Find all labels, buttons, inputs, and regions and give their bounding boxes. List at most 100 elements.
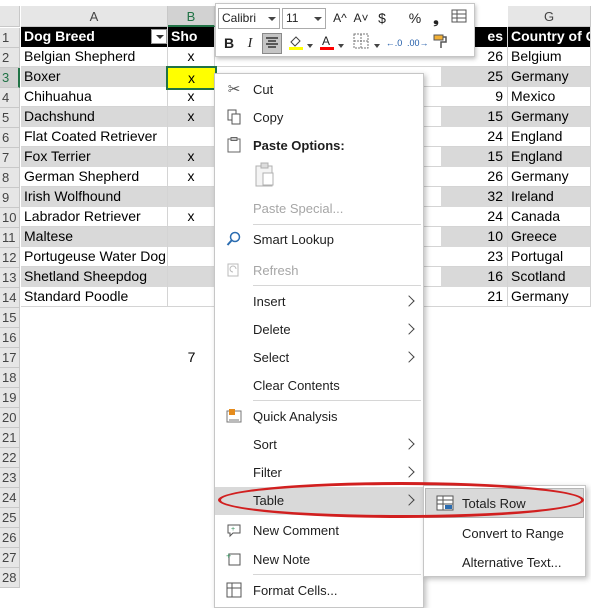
cell-col-f[interactable]: 25: [441, 67, 508, 87]
row-header-24[interactable]: 24: [0, 488, 20, 508]
cell-breed[interactable]: German Shepherd: [21, 167, 168, 187]
cell-b17[interactable]: 7: [168, 348, 215, 368]
row-header-27[interactable]: 27: [0, 548, 20, 568]
accounting-format-button[interactable]: $: [372, 8, 392, 29]
cell-breed[interactable]: Labrador Retriever: [21, 207, 168, 227]
menu-item-clear-contents[interactable]: Clear Contents: [215, 372, 423, 400]
cell-country[interactable]: Scotland: [508, 267, 591, 287]
cell-breed[interactable]: Maltese: [21, 227, 168, 247]
bold-button[interactable]: B: [219, 33, 239, 54]
cell-col-f[interactable]: 23: [441, 247, 508, 267]
row-header-26[interactable]: 26: [0, 528, 20, 548]
row-header-20[interactable]: 20: [0, 408, 20, 428]
cell-col-f[interactable]: 15: [441, 107, 508, 127]
row-header-15[interactable]: 15: [0, 308, 20, 328]
cell-col-f[interactable]: 16: [441, 267, 508, 287]
cell-shows[interactable]: x: [168, 147, 215, 167]
select-all-corner[interactable]: [0, 6, 20, 27]
cell-shows[interactable]: [168, 127, 215, 147]
cell-shows[interactable]: x: [168, 47, 215, 67]
cell-breed[interactable]: Fox Terrier: [21, 147, 168, 167]
cell-breed[interactable]: Flat Coated Retriever: [21, 127, 168, 147]
row-header-28[interactable]: 28: [0, 568, 20, 588]
row-header-5[interactable]: 5: [0, 108, 20, 128]
cell-country[interactable]: England: [508, 127, 591, 147]
font-name-dropdown[interactable]: Calibri: [218, 8, 280, 29]
cell-country[interactable]: Mexico: [508, 87, 591, 107]
cell-breed[interactable]: Chihuahua: [21, 87, 168, 107]
menu-item-convert-to-range[interactable]: Convert to Range: [426, 519, 583, 547]
font-size-dropdown[interactable]: 11: [282, 8, 326, 29]
font-color-dropdown-icon[interactable]: [336, 33, 346, 54]
font-color-icon[interactable]: A: [317, 33, 337, 54]
cell-col-f[interactable]: 10: [441, 227, 508, 247]
row-header-7[interactable]: 7: [0, 148, 20, 168]
cell-col-f[interactable]: 32: [441, 187, 508, 207]
cell-shows[interactable]: x: [168, 107, 215, 127]
cell-col-f[interactable]: 24: [441, 207, 508, 227]
row-header-6[interactable]: 6: [0, 128, 20, 148]
menu-item-insert[interactable]: Insert: [215, 288, 423, 316]
cell-country[interactable]: Germany: [508, 167, 591, 187]
menu-item-sort[interactable]: Sort: [215, 431, 423, 459]
increase-decimal-icon[interactable]: ←.0: [384, 33, 404, 54]
cell-col-f[interactable]: 24: [441, 127, 508, 147]
row-header-22[interactable]: 22: [0, 448, 20, 468]
cell-shows[interactable]: x: [168, 207, 215, 227]
row-header-10[interactable]: 10: [0, 208, 20, 228]
cell-country[interactable]: Germany: [508, 107, 591, 127]
row-header-1[interactable]: 1: [0, 28, 20, 48]
cell-col-f[interactable]: 21: [441, 287, 508, 307]
cell-country[interactable]: Ireland: [508, 187, 591, 207]
cell-shows[interactable]: [168, 267, 215, 287]
menu-item-new-comment[interactable]: + New Comment: [215, 517, 423, 545]
cell-country[interactable]: Germany: [508, 287, 591, 307]
row-header-9[interactable]: 9: [0, 188, 20, 208]
cell-country[interactable]: England: [508, 147, 591, 167]
decrease-font-button[interactable]: A˅: [351, 8, 371, 29]
menu-item-smart-lookup[interactable]: Smart Lookup: [215, 226, 423, 254]
italic-button[interactable]: I: [240, 33, 260, 54]
row-header-21[interactable]: 21: [0, 428, 20, 448]
cell-breed[interactable]: Shetland Sheepdog: [21, 267, 168, 287]
menu-item-copy[interactable]: Copy: [215, 104, 423, 132]
row-header-3[interactable]: 3: [0, 68, 20, 88]
column-header-g[interactable]: G: [508, 6, 591, 27]
cell-breed[interactable]: Boxer: [21, 67, 168, 87]
cell-country[interactable]: Portugal: [508, 247, 591, 267]
cell-col-f[interactable]: 9: [441, 87, 508, 107]
cell-shows[interactable]: [168, 187, 215, 207]
row-header-17[interactable]: 17: [0, 348, 20, 368]
menu-item-refresh[interactable]: Refresh: [215, 257, 423, 285]
menu-item-new-note[interactable]: + New Note: [215, 546, 423, 574]
cell-shows[interactable]: [168, 287, 215, 307]
cell-country[interactable]: Belgium: [508, 47, 591, 67]
fill-color-dropdown-icon[interactable]: [305, 33, 315, 54]
row-header-19[interactable]: 19: [0, 388, 20, 408]
decrease-decimal-icon[interactable]: .00→: [407, 33, 429, 54]
row-header-2[interactable]: 2: [0, 48, 20, 68]
percent-style-button[interactable]: %: [405, 8, 425, 29]
menu-item-totals-row[interactable]: Totals Row: [425, 488, 584, 518]
format-painter-icon[interactable]: [431, 33, 451, 54]
increase-font-button[interactable]: A^: [330, 8, 350, 29]
cell-col-f[interactable]: 15: [441, 147, 508, 167]
format-table-icon[interactable]: [449, 8, 469, 29]
row-header-4[interactable]: 4: [0, 88, 20, 108]
cell-shows[interactable]: x: [168, 167, 215, 187]
filter-dropdown-icon[interactable]: [151, 29, 167, 44]
row-header-16[interactable]: 16: [0, 328, 20, 348]
cell-breed[interactable]: Belgian Shepherd: [21, 47, 168, 67]
column-header-b[interactable]: B: [168, 6, 215, 27]
menu-item-filter[interactable]: Filter: [215, 459, 423, 487]
cell-breed[interactable]: Portugeuse Water Dog: [21, 247, 168, 267]
borders-icon[interactable]: [351, 33, 371, 54]
row-header-14[interactable]: 14: [0, 288, 20, 308]
row-header-23[interactable]: 23: [0, 468, 20, 488]
menu-item-quick-analysis[interactable]: Quick Analysis: [215, 403, 423, 431]
cell-country[interactable]: Canada: [508, 207, 591, 227]
menu-item-select[interactable]: Select: [215, 344, 423, 372]
cell-breed[interactable]: Dachshund: [21, 107, 168, 127]
fill-color-icon[interactable]: [286, 33, 306, 54]
cell-shows[interactable]: x: [168, 87, 215, 107]
